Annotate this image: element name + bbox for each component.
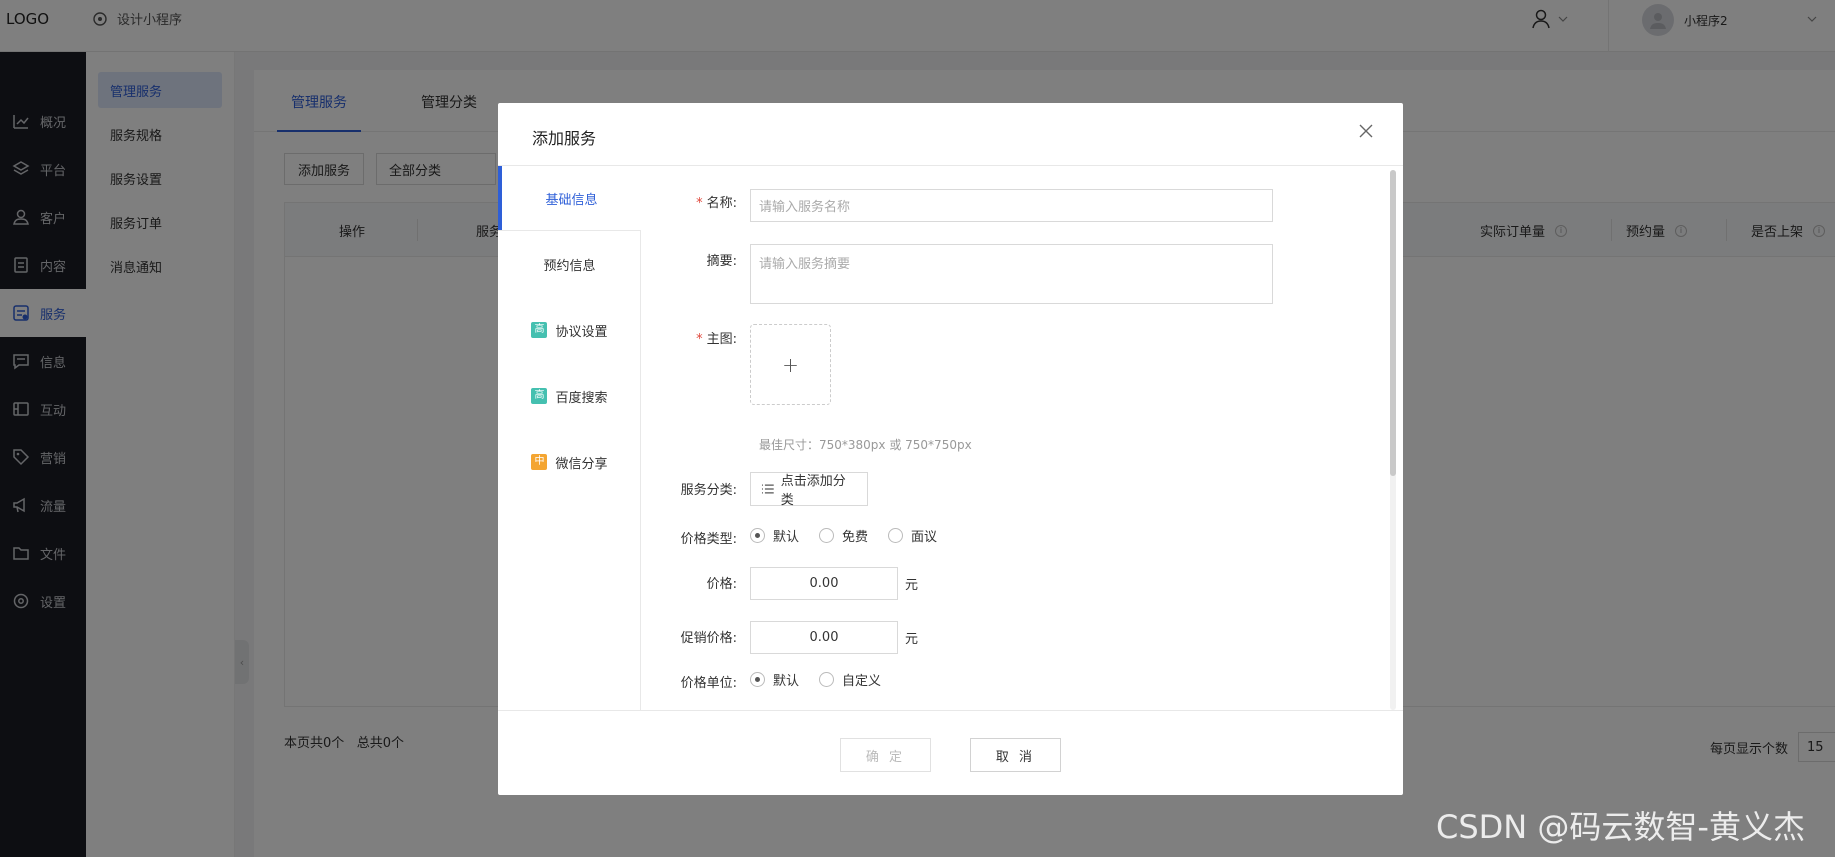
side-tab-agreement[interactable]: 高 协议设置: [498, 298, 641, 362]
summary-textarea[interactable]: 请输入服务摘要: [750, 244, 1273, 304]
price-type-default-radio[interactable]: 默认: [750, 526, 799, 545]
scrollbar-thumb[interactable]: [1390, 170, 1396, 476]
price-unit-yuan: 元: [905, 578, 919, 593]
dialog-footer: 确 定 取 消: [498, 710, 1403, 795]
image-upload[interactable]: +: [750, 324, 831, 405]
promo-price-label: 促销价格:: [680, 631, 737, 646]
list-icon: [761, 484, 774, 494]
price-input[interactable]: 0.00: [750, 567, 898, 600]
basic-info-form: * 名称: 请输入服务名称 摘要: 请输入服务摘要 * 主图: + 最佳尺寸：750…: [642, 166, 1392, 710]
side-tab-wechat-share[interactable]: 中 微信分享: [498, 430, 641, 494]
price-unit-radio-group: 默认 自定义: [750, 670, 881, 689]
price-type-free-radio[interactable]: 免费: [819, 526, 868, 545]
price-unit-default-radio[interactable]: 默认: [750, 670, 799, 689]
price-unit-custom-radio[interactable]: 自定义: [819, 670, 881, 689]
image-size-hint: 最佳尺寸：750*380px 或 750*750px: [759, 438, 972, 452]
category-label: 服务分类:: [680, 483, 737, 498]
close-icon[interactable]: [1356, 121, 1376, 141]
price-type-negotiable-radio[interactable]: 面议: [888, 526, 937, 545]
dialog-side-tabs: 基础信息 预约信息 高 协议设置 高 百度搜索 中 微信分享: [498, 166, 641, 710]
add-service-dialog: 添加服务 基础信息 预约信息 高 协议设置 高 百度搜索 中 微信分享 * 名称:…: [498, 103, 1403, 795]
promo-price-input[interactable]: 0.00: [750, 621, 898, 654]
price-type-label: 价格类型:: [680, 532, 737, 547]
premium-badge: 高: [531, 388, 548, 404]
side-tab-baidu-search[interactable]: 高 百度搜索: [498, 364, 641, 428]
summary-label: 摘要:: [706, 254, 737, 269]
name-input[interactable]: 请输入服务名称: [750, 189, 1273, 222]
price-label: 价格:: [706, 577, 737, 592]
premium-badge: 高: [531, 322, 548, 338]
price-type-radio-group: 默认 免费 面议: [750, 526, 937, 545]
price-unit-label: 价格单位:: [680, 676, 737, 691]
dialog-header: 添加服务: [498, 103, 1403, 166]
watermark: CSDN @码云数智-黄义杰: [1436, 808, 1805, 846]
side-tab-reservation-info[interactable]: 预约信息: [498, 232, 641, 296]
confirm-button[interactable]: 确 定: [840, 738, 931, 772]
form-scrollbar[interactable]: [1390, 170, 1396, 710]
image-label: * 主图:: [696, 332, 737, 347]
dialog-title: 添加服务: [532, 129, 597, 148]
side-tab-basic-info[interactable]: 基础信息: [498, 166, 641, 230]
promo-unit-yuan: 元: [905, 632, 919, 647]
name-label: * 名称:: [696, 196, 737, 211]
mid-badge: 中: [531, 454, 548, 470]
add-category-button[interactable]: 点击添加分类: [750, 472, 868, 508]
cancel-button[interactable]: 取 消: [970, 738, 1061, 772]
